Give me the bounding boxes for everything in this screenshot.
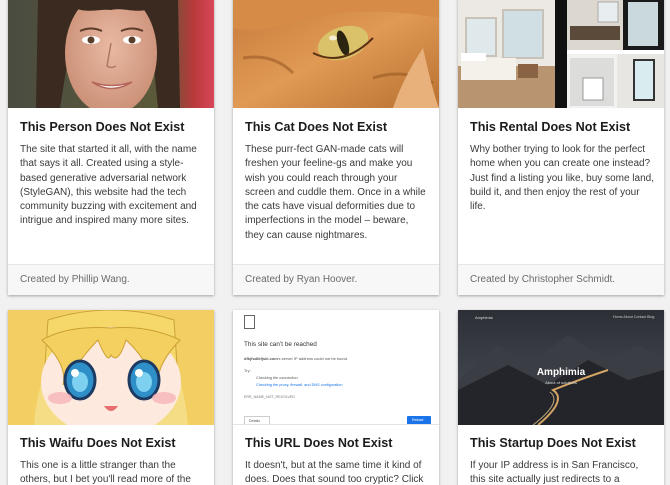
orange-cat-photo[interactable]: [233, 0, 439, 108]
error-message: dfkjfsdlkfjskl.com's server IP address c…: [244, 356, 349, 361]
sad-document-icon: [244, 315, 255, 329]
tip-connection: Checking the connection: [256, 376, 298, 380]
browser-error-screenshot[interactable]: This site can’t be reached dfkjfsdlkfjsk…: [233, 310, 439, 425]
rental-interior-collage[interactable]: [458, 0, 664, 108]
anime-girl-illustration[interactable]: [8, 310, 214, 425]
reload-button: Reload: [407, 416, 431, 424]
card-title[interactable]: This Rental Does Not Exist: [470, 120, 654, 134]
card-description: This one is a little stranger than the o…: [20, 460, 191, 485]
card-description: The site that started it all, with the n…: [20, 144, 197, 227]
card-url[interactable]: This site can’t be reached dfkjfsdlkfjsk…: [233, 310, 439, 485]
tip-proxy-link: Checking the proxy, firewall, and DNS co…: [256, 383, 343, 387]
card-waifu[interactable]: This Waifu Does Not Exist This one is a …: [8, 310, 214, 485]
woman-face-photo[interactable]: [8, 0, 214, 108]
card-footer-credit: Created by Ryan Hoover.: [233, 264, 439, 295]
card-rental[interactable]: This Rental Does Not Exist Why bother tr…: [458, 0, 664, 295]
card-body: This Rental Does Not Exist Why bother tr…: [470, 120, 654, 214]
card-title[interactable]: This URL Does Not Exist: [245, 436, 429, 450]
try-label: Try:: [244, 368, 251, 373]
card-footer-credit: Created by Phillip Wang.: [8, 264, 214, 295]
card-footer-credit: Created by Christopher Schmidt.: [458, 264, 664, 295]
card-description: These purr-fect GAN-made cats will fresh…: [245, 144, 426, 241]
card-cat[interactable]: This Cat Does Not Exist These purr-fect …: [233, 0, 439, 295]
card-description: Why bother trying to look for the perfec…: [470, 144, 654, 213]
details-button: Details: [244, 416, 270, 424]
startup-nav: Home About Contact Blog: [613, 315, 655, 319]
card-body: This Waifu Does Not Exist This one is a …: [20, 436, 204, 485]
startup-hero-title: Amphimia: [536, 367, 586, 378]
card-body: This URL Does Not Exist It doesn't, but …: [245, 436, 429, 485]
card-body: This Cat Does Not Exist These purr-fect …: [245, 120, 429, 243]
card-body: This Startup Does Not Exist If your IP a…: [470, 436, 654, 485]
site-card-grid: This Person Does Not Exist The site that…: [0, 0, 670, 485]
startup-hero-subtitle: About of solutions: [545, 380, 577, 385]
card-person[interactable]: This Person Does Not Exist The site that…: [8, 0, 214, 295]
card-title[interactable]: This Cat Does Not Exist: [245, 120, 429, 134]
card-description: If your IP address is in San Francisco, …: [470, 460, 639, 485]
card-startup[interactable]: Amphimia Home About Contact Blog Amphimi…: [458, 310, 664, 485]
card-title[interactable]: This Waifu Does Not Exist: [20, 436, 204, 450]
card-title[interactable]: This Person Does Not Exist: [20, 120, 204, 134]
error-heading: This site can’t be reached: [244, 341, 317, 348]
card-title[interactable]: This Startup Does Not Exist: [470, 436, 654, 450]
error-code: ERR_NAME_NOT_RESOLVED: [244, 395, 295, 399]
mountain-road-hero[interactable]: Amphimia Home About Contact Blog Amphimi…: [458, 310, 664, 425]
startup-logo: Amphimia: [475, 315, 493, 320]
card-body: This Person Does Not Exist The site that…: [20, 120, 204, 229]
card-description: It doesn't, but at the same time it kind…: [245, 460, 424, 485]
